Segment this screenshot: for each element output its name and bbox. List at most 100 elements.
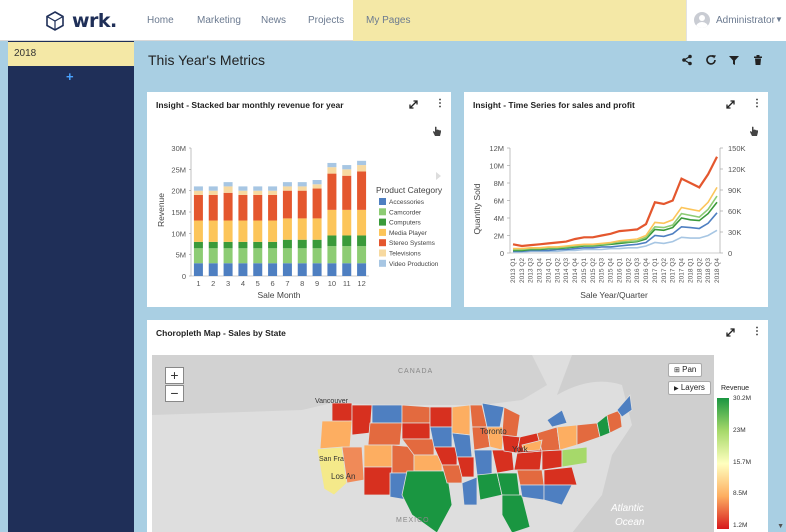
bar-segment (223, 263, 233, 276)
x-tick-label: 2014 Q3 (563, 258, 570, 283)
bar-segment (312, 263, 322, 276)
expand-icon[interactable] (726, 100, 735, 109)
bar-segment (327, 263, 337, 276)
bar-segment (342, 175, 352, 210)
bar-chart-title: Insight - Stacked bar monthly revenue fo… (156, 100, 344, 110)
refresh-icon[interactable] (705, 54, 717, 66)
choropleth-map[interactable]: CANADA Vancouver Toronto San Fra Los An … (152, 355, 714, 532)
nav-news[interactable]: News (261, 0, 286, 41)
more-icon[interactable]: ⋮ (752, 98, 762, 109)
bar-segment (268, 248, 278, 264)
bar-segment (282, 218, 292, 240)
legend-tick: 23M (733, 427, 746, 434)
x-tick-label: 9 (315, 279, 319, 288)
bar-segment (208, 190, 218, 195)
x-tick-label: 2015 Q4 (608, 258, 615, 283)
y-tick-label: 10M (489, 162, 504, 171)
sidebar-item-2018[interactable]: 2018 (8, 42, 134, 66)
bar-segment (238, 241, 248, 249)
map-label-san-francisco: San Fra (319, 456, 344, 463)
x-tick-label: 2013 Q1 (510, 258, 517, 283)
bar-segment (268, 194, 278, 221)
zoom-in-button[interactable]: + (165, 367, 184, 384)
y-tick-label: 10M (171, 229, 186, 238)
legend-gradient (717, 398, 729, 529)
bar-segment (253, 190, 263, 195)
nav-marketing[interactable]: Marketing (197, 0, 241, 41)
pan-label: Pan (682, 365, 697, 374)
bar-segment (357, 165, 367, 172)
y-tick-label: 25M (171, 165, 186, 174)
x-tick-label: 2016 Q3 (634, 258, 641, 283)
legend-swatch (379, 198, 386, 205)
zoom-out-button[interactable]: − (165, 385, 184, 402)
bar-segment (342, 235, 352, 247)
legend-entry: Video Production (389, 261, 439, 268)
filter-icon[interactable] (728, 54, 740, 66)
map-canvas[interactable]: CANADA Vancouver Toronto San Fra Los An … (152, 355, 714, 532)
bar-segment (282, 239, 292, 249)
bar-segment (208, 263, 218, 276)
y-tick-label: 4M (494, 214, 504, 223)
bar-segment (268, 263, 278, 276)
y-tick-label: 30M (171, 144, 186, 153)
x-tick-label: 8 (300, 279, 304, 288)
nav-my-pages[interactable]: My Pages (366, 0, 410, 41)
x-tick-label: 2013 Q4 (537, 258, 544, 283)
map-label-new-york: York (512, 445, 529, 454)
bar-segment (357, 246, 367, 264)
bar-segment (208, 241, 218, 249)
bar-segment (357, 160, 367, 166)
scroll-down-icon[interactable]: ▼ (777, 523, 784, 530)
x-tick-label: 2014 Q4 (572, 258, 579, 283)
x-tick-label: 2015 Q3 (599, 258, 606, 283)
add-page-button[interactable]: + (66, 69, 74, 84)
nav-home[interactable]: Home (147, 0, 174, 41)
expand-icon[interactable] (726, 328, 735, 337)
x-tick-label: 6 (270, 279, 274, 288)
delete-icon[interactable] (752, 54, 764, 66)
y2-tick-label: 30K (728, 228, 741, 237)
user-name: Administrator (716, 15, 775, 26)
bar-segment (327, 167, 337, 174)
legend-swatch (379, 239, 386, 247)
more-icon[interactable]: ⋮ (435, 98, 445, 109)
layers-label: Layers (680, 383, 705, 392)
x-tick-label: 2016 Q1 (616, 258, 623, 283)
more-icon[interactable]: ⋮ (752, 326, 762, 337)
time-series-chart: Quantity Sold Sale Year/Quarter 0 2M 4M 6M 8… (472, 144, 746, 300)
bar-segment (312, 180, 322, 185)
x-tick-label: 2016 Q2 (625, 258, 632, 283)
legend-scroll-icon[interactable] (436, 172, 441, 180)
bar-segment (253, 263, 263, 276)
legend-swatch (379, 218, 386, 226)
app-logo[interactable]: wrk. (44, 9, 117, 33)
share-icon[interactable] (681, 54, 693, 66)
x-tick-label: 2014 Q1 (545, 258, 552, 283)
user-menu[interactable]: Administrator ▼ (686, 0, 786, 41)
expand-icon[interactable] (409, 100, 418, 109)
layers-button[interactable]: ▶ Layers (668, 381, 711, 395)
legend-entry: Stereo Systems (389, 240, 436, 247)
x-tick-label: 2017 Q4 (679, 258, 686, 283)
bar-segment (208, 220, 218, 242)
y2-tick-label: 60K (728, 207, 741, 216)
x-tick-label: 2015 Q1 (581, 258, 588, 283)
legend-swatch (379, 249, 386, 257)
legend-tick: 8.5M (733, 490, 748, 497)
x-tick-label: 2016 Q4 (643, 258, 650, 283)
y2-tick-label: 90K (728, 186, 741, 195)
y-tick-label: 0 (500, 249, 504, 258)
bar-segment (253, 194, 263, 221)
x-tick-label: 12 (357, 279, 365, 288)
bar-segment (327, 209, 337, 236)
map-label-canada: CANADA (398, 368, 433, 375)
top-navigation-bar: wrk. Home Marketing News Projects My Pag… (0, 0, 786, 41)
pan-button[interactable]: ⊞ Pan (668, 363, 703, 377)
bar-segment (193, 186, 203, 191)
bar-segment (357, 235, 367, 247)
nav-projects[interactable]: Projects (308, 0, 344, 41)
y2-tick-label: 120K (728, 165, 746, 174)
bar-chart-panel: Insight - Stacked bar monthly revenue fo… (147, 92, 451, 307)
y-tick-label: 20M (171, 187, 186, 196)
